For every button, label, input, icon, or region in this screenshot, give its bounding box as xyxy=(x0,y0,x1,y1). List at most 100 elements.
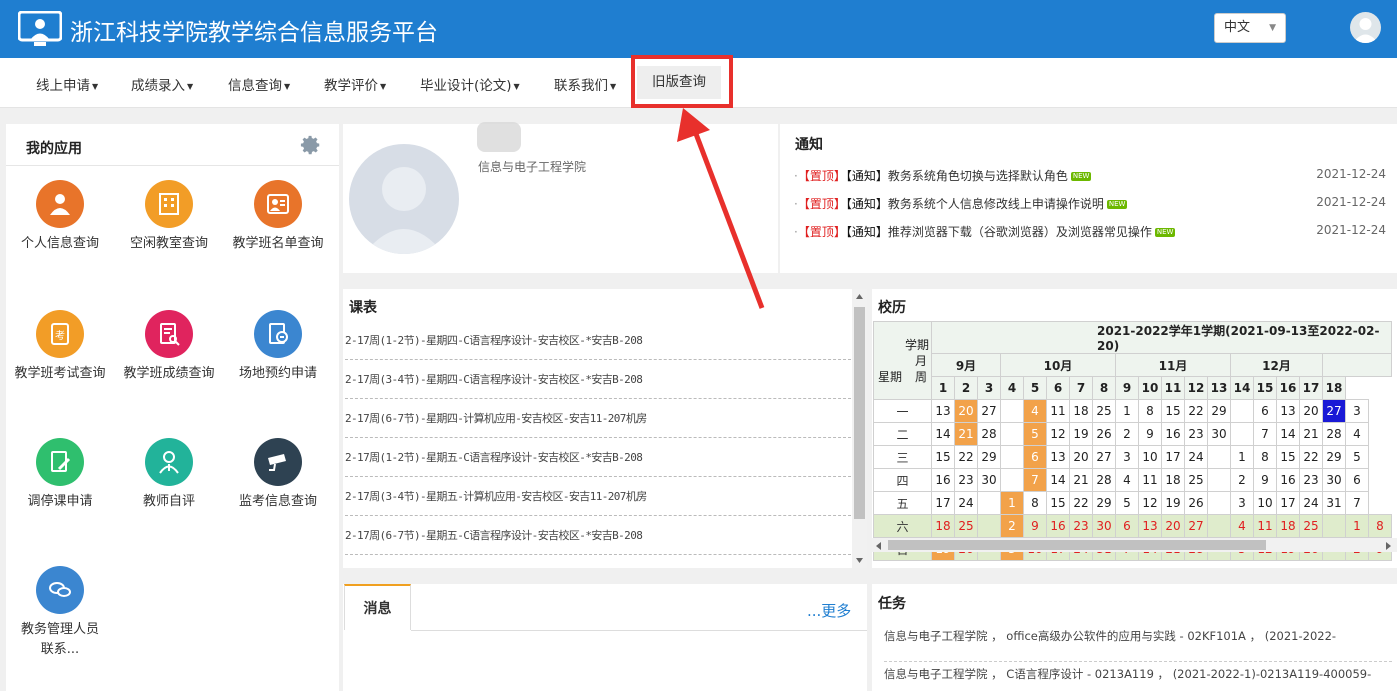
nav-label: 联系我们 xyxy=(554,78,608,94)
document-search-icon xyxy=(145,310,193,358)
calendar-date-cell: 15 xyxy=(1161,399,1185,423)
app-venue-booking[interactable]: 场地预约申请 xyxy=(228,310,328,384)
calendar-date-cell: 27 xyxy=(977,399,1001,423)
calendar-date-cell: 24 xyxy=(954,491,978,515)
calendar-date-cell xyxy=(1322,514,1346,538)
category-tag: 【通知】 xyxy=(845,225,888,239)
scrollbar-thumb[interactable] xyxy=(888,540,1266,550)
calendar-day-row: 六 18 25 2 9 16 23 30 6 13 20 27 4 11 18 25 1 8 xyxy=(873,514,1392,538)
calendar-date-cell xyxy=(1207,445,1231,469)
app-label: 教学班名单查询 xyxy=(232,236,324,251)
calendar-week-number: 3 xyxy=(977,376,1001,400)
calendar-date-cell: 25 xyxy=(954,514,978,538)
calendar-date-cell: 6 xyxy=(1115,514,1139,538)
calendar-table: 学期月星期周 2021-2022学年1学期(2021-09-13至2022-02-… xyxy=(873,321,1392,561)
logo-icon xyxy=(18,11,62,46)
calendar-date-cell: 9 xyxy=(1023,514,1047,538)
tasks-title: 任务 xyxy=(878,596,906,612)
notice-date: 2021-12-24 xyxy=(1316,167,1386,181)
calendar-date-cell: 4 xyxy=(1023,399,1047,423)
calendar-date-cell xyxy=(1207,468,1231,492)
calendar-date-cell: 16 xyxy=(1276,468,1300,492)
nav-teaching-eval[interactable]: 教学评价 ▼ xyxy=(324,74,386,94)
nav-contact-us[interactable]: 联系我们 ▼ xyxy=(554,74,616,94)
more-link[interactable]: ...更多 xyxy=(807,600,851,621)
nav-grade-entry[interactable]: 成绩录入 ▼ xyxy=(131,74,193,94)
calendar-date-cell: 20 xyxy=(954,399,978,423)
notice-date: 2021-12-24 xyxy=(1316,223,1386,237)
svg-text:考: 考 xyxy=(55,330,65,342)
nav-online-apply[interactable]: 线上申请 ▼ xyxy=(36,74,98,94)
app-label: 调停课申请 xyxy=(27,494,93,509)
calendar-date-cell: 2 xyxy=(1230,468,1254,492)
calendar-date-cell: 28 xyxy=(1322,422,1346,446)
task-item[interactable]: 信息与电子工程学院 ， C语言程序设计 - 0213A119 ， (2021-2… xyxy=(884,662,1392,691)
new-badge: NEW xyxy=(1070,172,1092,181)
corner-week: 周 xyxy=(914,369,927,384)
notice-text: 推荐浏览器下载（谷歌浏览器）及浏览器常见操作 xyxy=(887,225,1152,239)
app-invigilation[interactable]: 监考信息查询 xyxy=(228,438,328,512)
notice-item[interactable]: · 【置顶】【通知】教务系统个人信息修改线上申请操作说明 NEW 2021-12-2… xyxy=(794,195,1394,215)
app-label: 个人信息查询 xyxy=(20,236,99,251)
nav-graduation-design[interactable]: 毕业设计(论文) ▼ xyxy=(420,74,520,94)
calendar-week-number: 10 xyxy=(1138,376,1162,400)
calendar-date-cell: 1 xyxy=(1230,445,1254,469)
schedule-row[interactable]: 2-17周(1-2节)-星期五-C语言程序设计-安吉校区-*安吉B-208 xyxy=(345,438,851,477)
notice-item[interactable]: · 【置顶】【通知】推荐浏览器下载（谷歌浏览器）及浏览器常见操作 NEW 2021-… xyxy=(794,223,1394,243)
calendar-date-cell: 22 xyxy=(1299,445,1323,469)
edit-document-icon xyxy=(36,438,84,486)
schedule-row[interactable]: 2-17周(3-4节)-星期四-C语言程序设计-安吉校区-*安吉B-208 xyxy=(345,360,851,399)
calendar-date-cell: 26 xyxy=(1184,491,1208,515)
task-item[interactable]: 信息与电子工程学院 ， office高级办公软件的应用与实践 - 02KF101… xyxy=(884,624,1392,662)
calendar-date-cell: 14 xyxy=(931,422,955,446)
calendar-date-cell: 30 xyxy=(1322,468,1346,492)
tasks-panel: 任务 信息与电子工程学院 ， office高级办公软件的应用与实践 - 02KF… xyxy=(872,584,1397,691)
calendar-date-cell: 27 xyxy=(1322,399,1346,423)
nav-info-query[interactable]: 信息查询 ▼ xyxy=(228,74,290,94)
schedule-row[interactable]: 2-17周(1-2节)-星期四-C语言程序设计-安吉校区-*安吉B-208 xyxy=(345,321,851,360)
bullet: · xyxy=(794,225,798,239)
bullet: · xyxy=(794,197,798,211)
calendar-date-cell: 13 xyxy=(931,399,955,423)
app-class-exam[interactable]: 考 教学班考试查询 xyxy=(10,310,110,384)
schedule-title: 课表 xyxy=(349,300,377,316)
calendar-date-cell: 28 xyxy=(1092,468,1116,492)
nav-label: 成绩录入 xyxy=(131,78,185,94)
calendar-date-cell: 12 xyxy=(1046,422,1070,446)
schedule-row[interactable]: 2-17周(6-7节)-星期五-C语言程序设计-安吉校区-*安吉B-208 xyxy=(345,516,851,555)
calendar-date-cell: 26 xyxy=(1092,422,1116,446)
app-free-classroom[interactable]: 空闲教室查询 xyxy=(119,180,219,254)
app-class-grades[interactable]: 教学班成绩查询 xyxy=(119,310,219,384)
schedule-row[interactable]: 2-17周(6-7节)-星期四-计算机应用-安吉校区-安吉11-207机房 xyxy=(345,399,851,438)
calendar-week-number: 6 xyxy=(1046,376,1070,400)
calendar-date-cell: 8 xyxy=(1253,445,1277,469)
user-avatar-icon xyxy=(1353,18,1378,43)
building-icon xyxy=(145,180,193,228)
schedule-panel: 课表 2-17周(1-2节)-星期四-C语言程序设计-安吉校区-*安吉B-208… xyxy=(343,289,867,568)
calendar-weekday-label: 六 xyxy=(873,514,932,538)
app-reschedule[interactable]: 调停课申请 xyxy=(10,438,110,512)
exam-icon: 考 xyxy=(36,310,84,358)
bullet: · xyxy=(794,169,798,183)
calendar-date-cell: 10 xyxy=(1253,491,1277,515)
calendar-date-cell: 24 xyxy=(1184,445,1208,469)
app-personal-info[interactable]: 个人信息查询 xyxy=(10,180,110,254)
app-teacher-self-eval[interactable]: 教师自评 xyxy=(119,438,219,512)
profile-card: 信息与电子工程学院 xyxy=(343,122,778,273)
user-avatar[interactable] xyxy=(1350,12,1381,43)
tab-messages[interactable]: 消息 xyxy=(344,584,411,630)
notice-item[interactable]: · 【置顶】【通知】教务系统角色切换与选择默认角色 NEW 2021-12-24 xyxy=(794,167,1394,187)
gear-icon[interactable] xyxy=(300,134,322,156)
app-class-roster[interactable]: 教学班名单查询 xyxy=(228,180,328,254)
calendar-date-cell: 19 xyxy=(1069,422,1093,446)
schedule-row[interactable]: 2-17周(3-4节)-星期五-计算机应用-安吉校区-安吉11-207机房 xyxy=(345,477,851,516)
calendar-date-cell: 31 xyxy=(1322,491,1346,515)
scrollbar-thumb[interactable] xyxy=(854,307,865,519)
app-staff-contact[interactable]: 教务管理人员联系... xyxy=(10,566,110,660)
caret-down-icon: ▼ xyxy=(380,82,387,91)
calendar-date-cell: 18 xyxy=(1161,468,1185,492)
corner-day: 星期 xyxy=(878,369,903,384)
language-select[interactable]: 中文 ▼ xyxy=(1214,13,1286,43)
calendar-date-cell: 2 xyxy=(1000,514,1024,538)
my-apps-panel: 我的应用 个人信息查询 空闲教室查询 教学班名单查询 考 教学班考试查询 教学班… xyxy=(6,124,339,691)
